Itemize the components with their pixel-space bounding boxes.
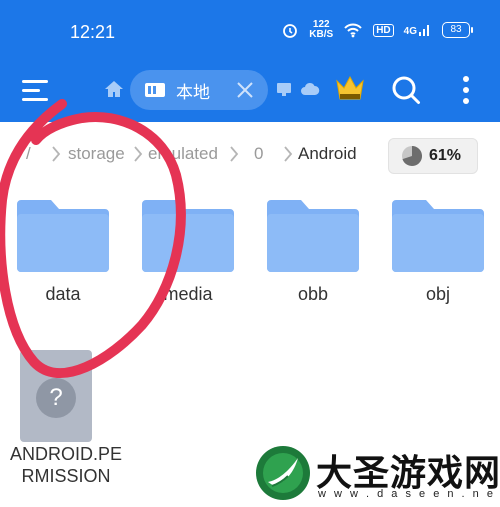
cloud-icon[interactable] xyxy=(300,82,320,96)
wifi-icon xyxy=(344,23,362,38)
watermark-logo xyxy=(256,446,310,500)
breadcrumb-root[interactable]: / xyxy=(26,144,31,164)
tab-local[interactable]: 本地 xyxy=(130,70,268,110)
menu-bar-middle xyxy=(22,89,40,92)
question-mark-icon: ? xyxy=(36,378,76,418)
search-icon[interactable] xyxy=(390,74,422,106)
watermark-url: w w w . d a s e e n . n e t xyxy=(318,488,500,500)
pie-chart-icon xyxy=(402,146,423,166)
network-folder-icon[interactable] xyxy=(276,81,292,97)
crown-icon[interactable] xyxy=(334,72,366,102)
storage-percent: 61% xyxy=(429,147,462,164)
unknown-file-thumbnail[interactable]: ? xyxy=(20,350,92,442)
folder-icon[interactable] xyxy=(142,196,234,274)
menu-button[interactable] xyxy=(22,74,56,108)
more-options-icon[interactable] xyxy=(460,74,472,106)
watermark: 大圣游戏网 w w w . d a s e e n . n e t xyxy=(252,440,500,507)
chevron-right-icon xyxy=(134,146,143,162)
hd-badge: HD xyxy=(373,23,394,37)
folder-icon[interactable] xyxy=(392,196,484,274)
storage-usage-badge[interactable]: 61% xyxy=(388,138,478,174)
breadcrumb: / storage emulated 0 Android 61% xyxy=(0,138,500,174)
local-storage-icon xyxy=(145,83,165,97)
app-toolbar: 本地 xyxy=(0,62,500,122)
home-icon[interactable] xyxy=(104,80,124,98)
close-icon[interactable] xyxy=(234,79,256,101)
clock: 12:21 xyxy=(70,22,116,42)
signal-icon xyxy=(419,25,429,36)
file-name[interactable]: ANDROID.PERMISSION xyxy=(6,443,126,487)
network-speed-unit: KB/S xyxy=(309,29,334,40)
alarm-icon xyxy=(283,24,298,38)
battery-indicator: 83 xyxy=(442,22,473,38)
network-speed: 122 KB/S xyxy=(309,20,333,40)
breadcrumb-storage[interactable]: storage xyxy=(68,144,125,164)
status-bar: 12:21 122 KB/S HD 4G 83 xyxy=(0,0,500,62)
breadcrumb-emulated[interactable]: emulated xyxy=(148,144,218,164)
folder-name-obb[interactable]: obb xyxy=(253,284,373,305)
network-type: 4G xyxy=(403,26,417,37)
folder-icon[interactable] xyxy=(267,196,359,274)
folder-name-media[interactable]: media xyxy=(128,284,248,305)
chevron-right-icon xyxy=(52,146,61,162)
chevron-right-icon xyxy=(284,146,293,162)
tab-label: 本地 xyxy=(176,82,210,103)
menu-bar-top xyxy=(22,80,48,83)
menu-bar-bottom xyxy=(22,98,48,101)
breadcrumb-0[interactable]: 0 xyxy=(254,144,263,164)
status-icons: 122 KB/S HD 4G 83 xyxy=(281,20,473,40)
chevron-right-icon xyxy=(230,146,239,162)
folder-name-data[interactable]: data xyxy=(3,284,123,305)
folder-icon[interactable] xyxy=(17,196,109,274)
breadcrumb-android[interactable]: Android xyxy=(298,144,357,164)
folder-name-obj[interactable]: obj xyxy=(378,284,498,305)
